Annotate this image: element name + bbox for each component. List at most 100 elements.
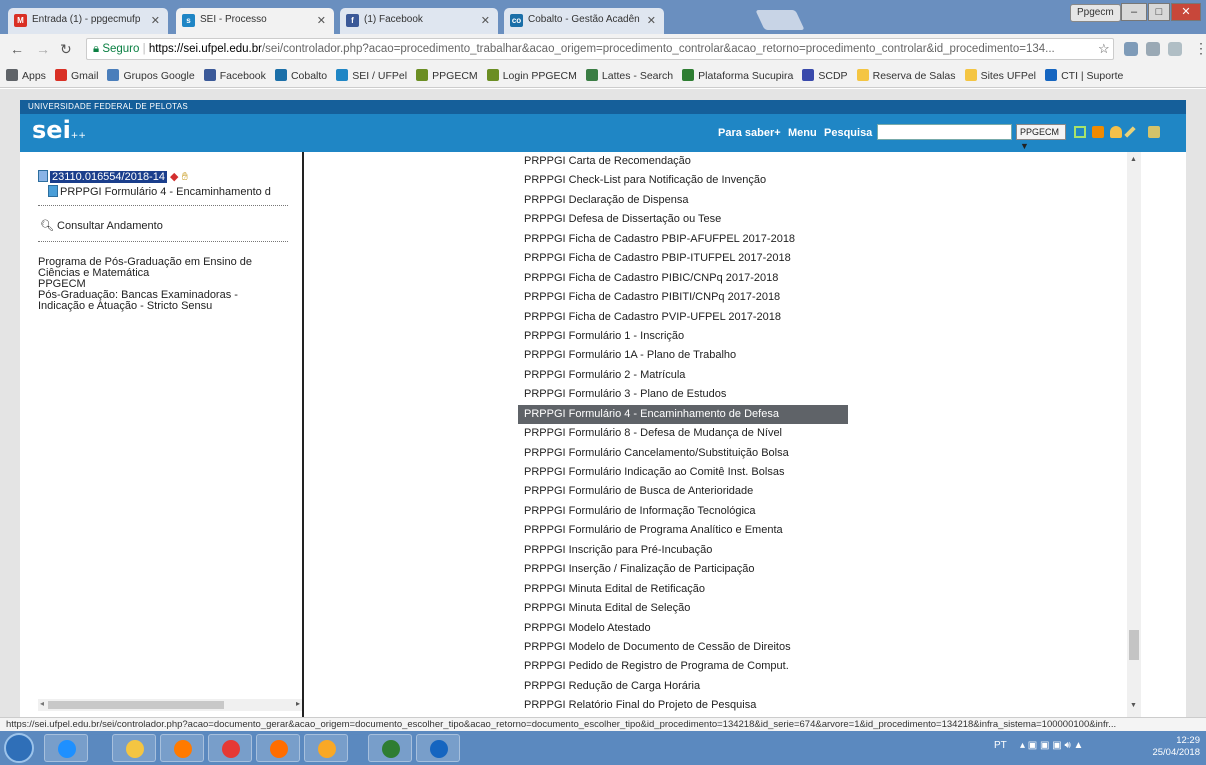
forward-arrow-icon[interactable]: → xyxy=(36,41,50,57)
document-type-item[interactable]: PRPPGI Modelo Atestado xyxy=(518,619,1138,638)
scroll-right-icon[interactable]: ▸ xyxy=(296,699,300,708)
unit-select[interactable]: PPGECM ▼ xyxy=(1016,124,1066,151)
scroll-thumb[interactable] xyxy=(1129,630,1139,660)
bookmark-ppgecm[interactable]: PPGECM xyxy=(416,69,478,82)
document-type-item[interactable]: PRPPGI Declaração de Dispensa xyxy=(518,191,1138,210)
reload-icon[interactable]: ↻ xyxy=(60,41,72,58)
bookmark-cti[interactable]: CTI | Suporte xyxy=(1045,69,1123,82)
horizontal-scrollbar[interactable]: ◂ ▸ xyxy=(38,699,302,711)
close-tab-icon[interactable]: ✕ xyxy=(151,14,160,27)
bookmark-star-icon[interactable]: ☆ xyxy=(1098,41,1110,57)
sei-extension-icon[interactable] xyxy=(1168,42,1182,56)
tray-icons[interactable]: ▴ ▣ ▣ ▣ 🔊︎ ▲ xyxy=(1020,740,1083,751)
marker-tag-icon[interactable]: ◆ xyxy=(170,171,178,183)
consultar-andamento-link[interactable]: 🔍︎ Consultar Andamento xyxy=(40,219,163,232)
document-type-item[interactable]: PRPPGI Formulário Indicação ao Comitê In… xyxy=(518,463,1138,482)
bookmark-login-ppgecm[interactable]: Login PPGECM xyxy=(486,69,577,82)
control-processes-icon[interactable] xyxy=(1074,126,1086,138)
document-type-item[interactable]: PRPPGI Formulário de Busca de Anteriorid… xyxy=(518,482,1138,501)
process-node[interactable]: 23110.016554/2018-14 ◆ ✋︎ xyxy=(38,170,188,184)
clock[interactable]: 12:29 25/04/2018 xyxy=(1110,735,1200,759)
document-type-item[interactable]: PRPPGI Modelo de Documento de Cessão de … xyxy=(518,638,1138,657)
bookmark-reserva-salas[interactable]: Reserva de Salas xyxy=(856,69,956,82)
document-type-item[interactable]: PRPPGI Formulário 4 - Encaminhamento de … xyxy=(518,404,848,425)
document-type-item[interactable]: PRPPGI Ficha de Cadastro PBIP-ITUFPEL 20… xyxy=(518,249,1138,268)
browser-menu-icon[interactable]: ⋮ xyxy=(1194,40,1206,57)
sei-logo[interactable]: sei++ xyxy=(32,116,86,144)
bookmark-lattes[interactable]: Lattes - Search xyxy=(585,69,673,82)
document-type-item[interactable]: PRPPGI Ficha de Cadastro PIBITI/CNPq 201… xyxy=(518,288,1138,307)
bookmark-grupos-google[interactable]: Grupos Google xyxy=(107,69,195,82)
start-button[interactable] xyxy=(4,733,34,763)
document-type-item[interactable]: PRPPGI Formulário 2 - Matrícula xyxy=(518,366,1138,385)
document-type-item[interactable]: PRPPGI Minuta Edital de Retificação xyxy=(518,580,1138,599)
minimize-button[interactable]: – xyxy=(1121,3,1147,21)
document-type-item[interactable]: PRPPGI Redução de Carga Horária xyxy=(518,677,1138,696)
document-type-item[interactable]: PRPPGI Ficha de Cadastro PIBIC/CNPq 2017… xyxy=(518,269,1138,288)
document-type-item[interactable]: PRPPGI Formulário de Informação Tecnológ… xyxy=(518,502,1138,521)
process-number[interactable]: 23110.016554/2018-14 xyxy=(50,171,167,183)
extension-icon[interactable] xyxy=(1124,42,1138,56)
document-type-item[interactable]: PRPPGI Formulário 1 - Inscrição xyxy=(518,327,1138,346)
document-type-item[interactable]: PRPPGI Ficha de Cadastro PBIP-AFUFPEL 20… xyxy=(518,230,1138,249)
document-node[interactable]: PRPPGI Formulário 4 - Encaminhamento d xyxy=(48,185,302,198)
bookmark-apps[interactable]: Apps xyxy=(6,69,46,82)
pesquisa-link[interactable]: Pesquisa xyxy=(824,127,872,139)
bookmark-sites-ufpel[interactable]: Sites UFPel xyxy=(964,69,1036,82)
document-type-item[interactable]: PRPPGI Ficha de Cadastro PVIP-UFPEL 2017… xyxy=(518,308,1138,327)
bookmark-sucupira[interactable]: Plataforma Sucupira xyxy=(682,69,793,82)
tab-cobalto[interactable]: co Cobalto - Gestão Acadên ✕ xyxy=(504,8,664,34)
bookmark-sei[interactable]: SEI / UFPel xyxy=(336,69,407,82)
paint-taskbar-button[interactable] xyxy=(304,734,348,762)
document-type-item[interactable]: PRPPGI Relatório Final do Projeto de Pes… xyxy=(518,696,1138,715)
document-type-item[interactable]: PRPPGI Formulário 3 - Plano de Estudos xyxy=(518,385,1138,404)
excel-taskbar-button[interactable] xyxy=(368,734,412,762)
document-type-item[interactable]: PRPPGI Formulário 8 - Defesa de Mudança … xyxy=(518,424,1138,443)
menu-link[interactable]: Menu xyxy=(788,127,817,139)
document-title[interactable]: PRPPGI Formulário 4 - Encaminhamento d xyxy=(60,186,271,198)
search-input[interactable] xyxy=(877,124,1012,140)
tab-gmail[interactable]: M Entrada (1) - ppgecmufp ✕ xyxy=(8,8,168,34)
maximize-button[interactable]: □ xyxy=(1148,3,1170,21)
scroll-up-icon[interactable]: ▲ xyxy=(1130,156,1137,163)
para-saber-link[interactable]: Para saber+ xyxy=(718,127,781,139)
new-tab-button[interactable] xyxy=(755,10,805,30)
firefox-taskbar-button[interactable] xyxy=(256,734,300,762)
close-tab-icon[interactable]: ✕ xyxy=(647,14,656,27)
scroll-thumb[interactable] xyxy=(48,701,224,709)
address-bar[interactable]: 🔒︎ Seguro | https://sei.ufpel.edu.br/sei… xyxy=(86,38,1114,60)
bookmark-scdp[interactable]: SCDP xyxy=(802,69,848,82)
explorer-taskbar-button[interactable] xyxy=(112,734,156,762)
scroll-left-icon[interactable]: ◂ xyxy=(40,699,44,708)
bookmark-facebook[interactable]: Facebook xyxy=(203,69,266,82)
tools-icon[interactable] xyxy=(1124,126,1136,138)
document-type-item[interactable]: PRPPGI Check-List para Notificação de In… xyxy=(518,171,1138,190)
extension-icon[interactable] xyxy=(1146,42,1160,56)
document-type-item[interactable]: PRPPGI Formulário Cancelamento/Substitui… xyxy=(518,444,1138,463)
document-type-item[interactable]: PRPPGI Inserção / Finalização de Partici… xyxy=(518,560,1138,579)
media-player-taskbar-button[interactable] xyxy=(160,734,204,762)
word-taskbar-button[interactable] xyxy=(416,734,460,762)
chrome-taskbar-button[interactable] xyxy=(208,734,252,762)
document-type-item[interactable]: PRPPGI Carta de Recomendação xyxy=(518,152,1138,171)
profile-badge[interactable]: Ppgecm xyxy=(1070,4,1121,22)
tab-facebook[interactable]: f (1) Facebook ✕ xyxy=(340,8,498,34)
document-type-item[interactable]: PRPPGI Formulário de Programa Analítico … xyxy=(518,521,1138,540)
close-tab-icon[interactable]: ✕ xyxy=(481,14,490,27)
user-icon[interactable] xyxy=(1110,126,1122,138)
ie-taskbar-button[interactable] xyxy=(44,734,88,762)
scroll-down-icon[interactable]: ▼ xyxy=(1130,702,1137,709)
tab-sei[interactable]: s SEI - Processo ✕ xyxy=(176,8,334,34)
document-type-item[interactable]: PRPPGI Formulário 1A - Plano de Trabalho xyxy=(518,346,1138,365)
bookmark-gmail[interactable]: Gmail xyxy=(55,69,98,82)
logout-icon[interactable] xyxy=(1148,126,1160,138)
bookmark-cobalto[interactable]: Cobalto xyxy=(274,69,327,82)
document-type-item[interactable]: PRPPGI Pedido de Registro de Programa de… xyxy=(518,657,1138,676)
close-tab-icon[interactable]: ✕ xyxy=(317,14,326,27)
vertical-scrollbar[interactable]: ▲ ▼ xyxy=(1127,152,1141,717)
document-type-item[interactable]: PRPPGI Inscrição para Pré-Incubação xyxy=(518,541,1138,560)
document-type-item[interactable]: PRPPGI Defesa de Dissertação ou Tese xyxy=(518,210,1138,229)
hand-icon[interactable]: ✋︎ xyxy=(182,171,188,183)
close-window-button[interactable]: ✕ xyxy=(1171,3,1201,21)
document-type-item[interactable]: PRPPGI Minuta Edital de Seleção xyxy=(518,599,1138,618)
